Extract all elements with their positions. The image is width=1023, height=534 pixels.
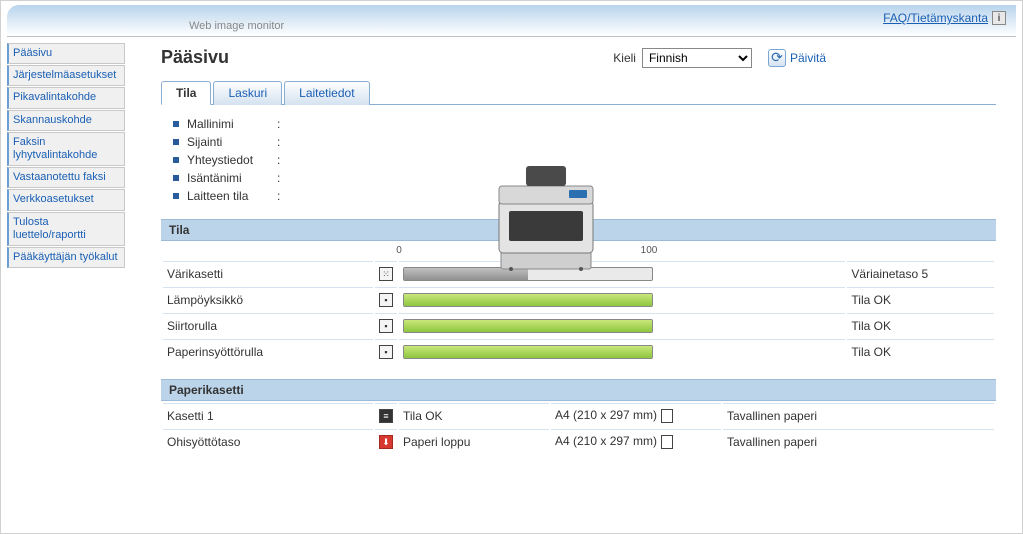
sidebar-item-system-settings[interactable]: Järjestelmäasetukset xyxy=(7,65,125,86)
sidebar-item-quick-dial[interactable]: Pikavalintakohde xyxy=(7,87,125,108)
info-icon[interactable]: i xyxy=(992,11,1006,25)
level-bar xyxy=(403,345,653,359)
consumable-status: Tila OK xyxy=(847,313,994,337)
consumable-label: Värikasetti xyxy=(163,261,373,285)
refresh-icon: ⟳ xyxy=(768,49,786,67)
tab-counter[interactable]: Laskuri xyxy=(213,81,282,105)
tray-error-icon: ⬇ xyxy=(379,435,393,449)
tray-label: Kasetti 1 xyxy=(163,403,373,427)
sidebar-item-admin-tools[interactable]: Pääkäyttäjän työkalut xyxy=(7,247,125,268)
paper-orientation-icon xyxy=(661,435,673,449)
info-key: Sijainti xyxy=(187,135,277,149)
info-key: Yhteystiedot xyxy=(187,153,277,167)
unit-icon: ▪ xyxy=(379,293,393,307)
level-bar xyxy=(403,293,653,307)
consumable-label: Lämpöyksikkö xyxy=(163,287,373,311)
tab-device-info[interactable]: Laitetiedot xyxy=(284,81,369,105)
tray-status: Paperi loppu xyxy=(399,429,549,453)
info-key: Mallinimi xyxy=(187,117,277,131)
consumable-status: Väriainetaso 5 xyxy=(847,261,994,285)
app-window: Web image monitor FAQ/Tietämyskanta i Pä… xyxy=(0,0,1023,534)
consumable-label: Siirtorulla xyxy=(163,313,373,337)
tabs: Tila Laskuri Laitetiedot xyxy=(161,80,996,105)
bullet-icon xyxy=(173,175,179,181)
info-key: Laitteen tila xyxy=(187,189,277,203)
refresh-button[interactable]: ⟳ Päivitä xyxy=(768,49,826,67)
header-bar: Web image monitor FAQ/Tietämyskanta i xyxy=(7,5,1016,37)
info-key: Isäntänimi xyxy=(187,171,277,185)
sidebar-item-fax-speed-dial[interactable]: Faksin lyhytvalintakohde xyxy=(7,132,125,166)
bullet-icon xyxy=(173,157,179,163)
sidebar: Pääsivu Järjestelmäasetukset Pikavalinta… xyxy=(7,43,125,527)
sidebar-item-received-fax[interactable]: Vastaanotettu faksi xyxy=(7,167,125,188)
main-content: Pääsivu Kieli Finnish ⟳ Päivitä Tila Las… xyxy=(131,43,1016,527)
faq-area: FAQ/Tietämyskanta i xyxy=(883,11,1006,25)
paper-size: A4 (210 x 297 mm) xyxy=(555,434,657,448)
sidebar-item-network-settings[interactable]: Verkkoasetukset xyxy=(7,189,125,210)
bullet-icon xyxy=(173,139,179,145)
level-fill xyxy=(404,320,652,332)
unit-icon: ▪ xyxy=(379,345,393,359)
unit-icon: ▪ xyxy=(379,319,393,333)
bullet-icon xyxy=(173,193,179,199)
app-title: Web image monitor xyxy=(189,20,284,32)
consumable-label: Paperinsyöttörulla xyxy=(163,339,373,363)
sidebar-item-home[interactable]: Pääsivu xyxy=(7,43,125,64)
tray-status: Tila OK xyxy=(399,403,549,427)
level-fill xyxy=(404,294,652,306)
tray-ok-icon: ≡ xyxy=(379,409,393,423)
language-label: Kieli xyxy=(613,51,636,65)
tab-status[interactable]: Tila xyxy=(161,81,211,105)
bullet-icon xyxy=(173,121,179,127)
paper-section-header: Paperikasetti xyxy=(161,379,996,401)
paper-type: Tavallinen paperi xyxy=(723,429,994,453)
tray-label: Ohisyöttötaso xyxy=(163,429,373,453)
level-bar xyxy=(403,319,653,333)
paper-orientation-icon xyxy=(661,409,673,423)
sidebar-item-scan-destination[interactable]: Skannauskohde xyxy=(7,110,125,131)
level-fill xyxy=(404,346,652,358)
toner-icon: ⁙ xyxy=(379,267,393,281)
printer-image xyxy=(491,156,601,276)
paper-type: Tavallinen paperi xyxy=(723,403,994,427)
faq-link[interactable]: FAQ/Tietämyskanta xyxy=(883,11,988,25)
consumable-status: Tila OK xyxy=(847,339,994,363)
language-select[interactable]: Finnish xyxy=(642,48,752,68)
sidebar-item-print-list-report[interactable]: Tulosta luettelo/raportti xyxy=(7,212,125,246)
page-title: Pääsivu xyxy=(161,47,613,68)
consumable-status: Tila OK xyxy=(847,287,994,311)
paper-table: Kasetti 1 ≡ Tila OK A4 (210 x 297 mm) Ta… xyxy=(161,401,996,455)
refresh-label: Päivitä xyxy=(790,51,826,65)
paper-size: A4 (210 x 297 mm) xyxy=(555,408,657,422)
